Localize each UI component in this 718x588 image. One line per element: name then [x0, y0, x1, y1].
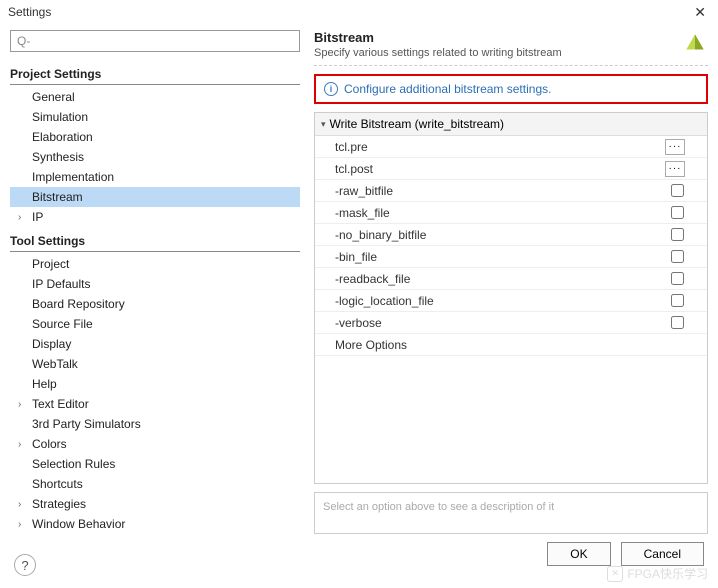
sidebar-item-label: Implementation — [32, 170, 114, 184]
option-label: tcl.pre — [335, 140, 647, 154]
sidebar-item-text-editor[interactable]: ›Text Editor — [10, 394, 300, 414]
sidebar-item-label: Help — [32, 377, 57, 391]
option-checkbox[interactable] — [671, 250, 684, 263]
option-description: Select an option above to see a descript… — [314, 492, 708, 534]
browse-button[interactable]: ··· — [665, 161, 685, 177]
chevron-right-icon: › — [18, 499, 30, 510]
sidebar-item-label: Project — [32, 257, 69, 271]
sidebar-item-label: Elaboration — [32, 130, 93, 144]
help-icon[interactable]: ? — [14, 554, 36, 576]
sidebar-item-simulation[interactable]: Simulation — [10, 107, 300, 127]
option-row[interactable]: -raw_bitfile — [315, 180, 707, 202]
search-box[interactable] — [10, 30, 300, 52]
sidebar-item-label: Colors — [32, 437, 67, 451]
sidebar-item-window-behavior[interactable]: ›Window Behavior — [10, 514, 300, 534]
sidebar-item-label: Window Behavior — [32, 517, 125, 531]
option-checkbox[interactable] — [671, 316, 684, 329]
option-row[interactable]: -bin_file — [315, 246, 707, 268]
sidebar-item-3rd-party-simulators[interactable]: 3rd Party Simulators — [10, 414, 300, 434]
tree-section-tool: Tool Settings — [10, 231, 300, 252]
option-row[interactable]: tcl.post ··· — [315, 158, 707, 180]
sidebar-item-ip-defaults[interactable]: IP Defaults — [10, 274, 300, 294]
chevron-right-icon: › — [18, 212, 30, 223]
page-subtitle: Specify various settings related to writ… — [314, 47, 562, 59]
chevron-right-icon: › — [18, 439, 30, 450]
sidebar-item-label: Source File — [32, 317, 93, 331]
browse-button[interactable]: ··· — [665, 139, 685, 155]
sidebar-item-board-repository[interactable]: Board Repository — [10, 294, 300, 314]
option-checkbox[interactable] — [671, 206, 684, 219]
option-row[interactable]: -logic_location_file — [315, 290, 707, 312]
sidebar-item-label: Bitstream — [32, 190, 83, 204]
option-label: More Options — [335, 338, 647, 352]
sidebar-item-label: Simulation — [32, 110, 88, 124]
sidebar-item-label: WebTalk — [32, 357, 78, 371]
option-label: -no_binary_bitfile — [335, 228, 647, 242]
cancel-button[interactable]: Cancel — [621, 542, 704, 566]
option-row[interactable]: -no_binary_bitfile — [315, 224, 707, 246]
xilinx-logo-icon — [682, 30, 708, 56]
tree-section-project: Project Settings — [10, 64, 300, 85]
sidebar-item-label: IP Defaults — [32, 277, 90, 291]
option-checkbox[interactable] — [671, 228, 684, 241]
options-group-title: Write Bitstream (write_bitstream) — [330, 117, 504, 131]
sidebar-item-strategies[interactable]: ›Strategies — [10, 494, 300, 514]
options-group-header[interactable]: ▾ Write Bitstream (write_bitstream) — [315, 113, 707, 136]
sidebar-item-elaboration[interactable]: Elaboration — [10, 127, 300, 147]
left-panel: Project Settings General Simulation Elabora… — [10, 30, 300, 534]
option-row[interactable]: -verbose — [315, 312, 707, 334]
sidebar-item-source-file[interactable]: Source File — [10, 314, 300, 334]
sidebar-item-colors[interactable]: ›Colors — [10, 434, 300, 454]
right-panel: Bitstream Specify various settings relat… — [314, 30, 708, 534]
ok-button[interactable]: OK — [547, 542, 610, 566]
sidebar-item-label: Synthesis — [32, 150, 84, 164]
option-label: -mask_file — [335, 206, 647, 220]
sidebar-item-shortcuts[interactable]: Shortcuts — [10, 474, 300, 494]
config-link-callout: i Configure additional bitstream setting… — [314, 74, 708, 104]
sidebar-item-display[interactable]: Display — [10, 334, 300, 354]
configure-bitstream-link[interactable]: Configure additional bitstream settings. — [344, 82, 551, 96]
option-label: -raw_bitfile — [335, 184, 647, 198]
sidebar-item-project[interactable]: Project — [10, 254, 300, 274]
page-title: Bitstream — [314, 30, 562, 45]
sidebar-item-label: 3rd Party Simulators — [32, 417, 141, 431]
chevron-right-icon: › — [18, 399, 30, 410]
option-row[interactable]: More Options — [315, 334, 707, 356]
sidebar-item-label: General — [32, 90, 75, 104]
sidebar-item-ip[interactable]: ›IP — [10, 207, 300, 227]
sidebar-item-label: Board Repository — [32, 297, 125, 311]
sidebar-item-label: Strategies — [32, 497, 86, 511]
search-input[interactable] — [17, 34, 293, 48]
option-label: -readback_file — [335, 272, 647, 286]
option-checkbox[interactable] — [671, 294, 684, 307]
option-row[interactable]: -readback_file — [315, 268, 707, 290]
option-label: tcl.post — [335, 162, 647, 176]
info-icon: i — [324, 82, 338, 96]
sidebar-item-label: Text Editor — [32, 397, 89, 411]
sidebar-item-implementation[interactable]: Implementation — [10, 167, 300, 187]
chevron-down-icon: ▾ — [321, 119, 326, 130]
sidebar-item-help[interactable]: Help — [10, 374, 300, 394]
sidebar-item-bitstream[interactable]: Bitstream — [10, 187, 300, 207]
sidebar-item-label: Shortcuts — [32, 477, 83, 491]
option-row[interactable]: tcl.pre ··· — [315, 136, 707, 158]
options-panel: ▾ Write Bitstream (write_bitstream) tcl.… — [314, 112, 708, 484]
sidebar-item-selection-rules[interactable]: Selection Rules — [10, 454, 300, 474]
close-icon[interactable]: ✕ — [690, 4, 710, 21]
sidebar-item-label: Display — [32, 337, 71, 351]
sidebar-item-synthesis[interactable]: Synthesis — [10, 147, 300, 167]
chevron-right-icon: › — [18, 519, 30, 530]
option-checkbox[interactable] — [671, 272, 684, 285]
settings-tree: Project Settings General Simulation Elabora… — [10, 52, 300, 534]
option-checkbox[interactable] — [671, 184, 684, 197]
sidebar-item-general[interactable]: General — [10, 87, 300, 107]
sidebar-item-label: Selection Rules — [32, 457, 115, 471]
sidebar-item-webtalk[interactable]: WebTalk — [10, 354, 300, 374]
sidebar-item-label: IP — [32, 210, 43, 224]
option-label: -bin_file — [335, 250, 647, 264]
option-row[interactable]: -mask_file — [315, 202, 707, 224]
option-label: -verbose — [335, 316, 647, 330]
option-label: -logic_location_file — [335, 294, 647, 308]
window-title: Settings — [8, 5, 51, 19]
